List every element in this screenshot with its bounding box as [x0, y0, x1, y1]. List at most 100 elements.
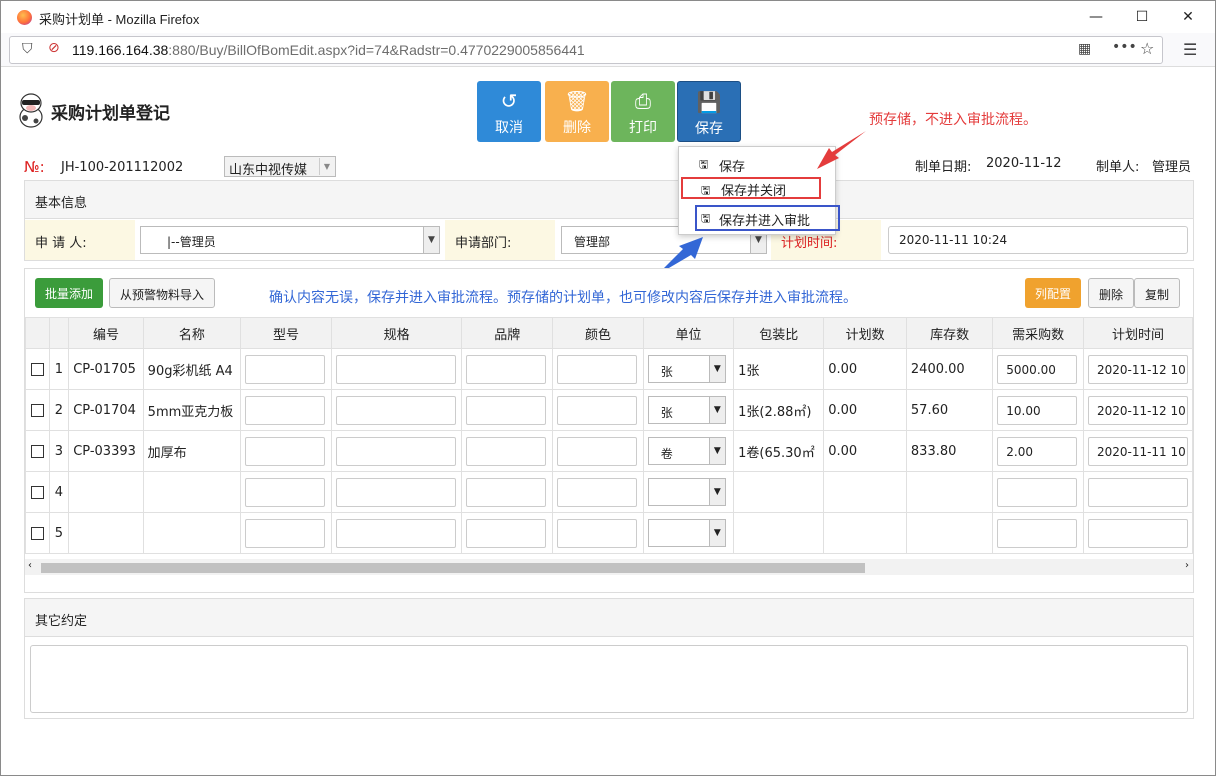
- floppy-disk-icon: 💾: [696, 90, 722, 114]
- row-spec-input[interactable]: [335, 436, 456, 466]
- scrollbar-thumb[interactable]: [41, 563, 865, 573]
- row-model-input[interactable]: [245, 395, 326, 425]
- menu-item-save-approve[interactable]: 🖫 保存并进入审批: [695, 205, 840, 231]
- row-time-input[interactable]: 2020-11-11 10: [1087, 436, 1188, 466]
- print-button[interactable]: ⎙ 打印: [611, 81, 675, 142]
- header-name[interactable]: 名称: [142, 317, 242, 349]
- header-spec[interactable]: 规格: [330, 317, 463, 349]
- header-plan-qty[interactable]: 计划数: [823, 317, 907, 349]
- cancel-button[interactable]: ↺ 取消: [477, 81, 541, 142]
- row-checkbox-cell[interactable]: [25, 389, 50, 431]
- import-warning-button[interactable]: 从预警物料导入: [109, 278, 216, 308]
- scroll-left-icon[interactable]: ‹: [28, 560, 32, 571]
- row-checkbox[interactable]: [30, 526, 44, 540]
- row-need-input[interactable]: [997, 518, 1078, 548]
- row-checkbox[interactable]: [30, 403, 44, 417]
- row-model-cell: [240, 512, 332, 554]
- header-color[interactable]: 颜色: [552, 317, 644, 349]
- row-spec-input[interactable]: [335, 518, 456, 548]
- row-checkbox-cell[interactable]: [25, 430, 50, 472]
- header-pack[interactable]: 包装比: [733, 317, 825, 349]
- row-unit-select[interactable]: ▼: [647, 519, 726, 547]
- chevron-down-icon: ▼: [708, 479, 725, 505]
- row-checkbox-cell[interactable]: [25, 471, 50, 513]
- close-icon[interactable]: ✕: [1165, 1, 1211, 33]
- menu-item-save-label: 保存: [719, 160, 746, 175]
- row-color-input[interactable]: [557, 354, 638, 384]
- header-model[interactable]: 型号: [240, 317, 332, 349]
- row-code: CP-03393: [68, 430, 144, 472]
- row-unit-select[interactable]: ▼: [647, 478, 726, 506]
- bookmark-star-icon[interactable]: ☆: [1140, 39, 1154, 58]
- row-time-input[interactable]: 2020-11-12 10: [1087, 395, 1188, 425]
- scroll-right-icon[interactable]: ›: [1185, 560, 1189, 571]
- row-model-cell: [240, 471, 332, 513]
- row-brand-input[interactable]: [466, 518, 547, 548]
- other-agreement-textarea[interactable]: [30, 645, 1188, 713]
- table-row: 2 CP-01704 5mm亚克力板张 ▼ 1张(2.88㎡) 0.00 57.60 10.0…: [25, 389, 1194, 431]
- row-checkbox[interactable]: [30, 362, 44, 376]
- menu-hamburger-icon[interactable]: ☰: [1183, 40, 1197, 59]
- plan-time-input[interactable]: 2020-11-11 10:24: [888, 226, 1188, 254]
- insecure-lock-icon[interactable]: ⊘: [48, 40, 60, 56]
- row-spec-input[interactable]: [335, 477, 456, 507]
- qr-code-icon[interactable]: ▦: [1078, 41, 1091, 57]
- row-unit-select[interactable]: 张 ▼: [647, 355, 726, 383]
- horizontal-scrollbar[interactable]: ‹ ›: [25, 559, 1193, 575]
- row-need-input[interactable]: [997, 477, 1078, 507]
- header-unit[interactable]: 单位: [642, 317, 735, 349]
- shield-icon[interactable]: ⛉: [22, 41, 33, 57]
- row-need-input[interactable]: 2.00: [997, 436, 1078, 466]
- row-color-input[interactable]: [557, 477, 638, 507]
- company-select[interactable]: 山东中视传媒 ▼: [224, 156, 336, 178]
- save-button[interactable]: 💾 保存: [677, 81, 741, 142]
- row-time-input[interactable]: [1087, 477, 1188, 507]
- delete-label: 删除: [563, 120, 591, 136]
- row-model-input[interactable]: [245, 436, 326, 466]
- applicant-select[interactable]: |--管理员 ▼: [140, 226, 440, 254]
- batch-add-button[interactable]: 批量添加: [35, 278, 104, 308]
- header-stock[interactable]: 库存数: [905, 317, 994, 349]
- minimize-icon[interactable]: —: [1073, 1, 1119, 33]
- delete-button[interactable]: 🗑 删除: [545, 81, 609, 142]
- row-model-input[interactable]: [245, 354, 326, 384]
- row-brand-input[interactable]: [466, 395, 547, 425]
- menu-item-save-close[interactable]: 🖫 保存并关闭: [681, 177, 821, 199]
- row-model-cell: [240, 430, 332, 472]
- row-time-input[interactable]: 2020-11-12 10: [1087, 354, 1188, 384]
- row-unit-select[interactable]: 卷 ▼: [647, 437, 726, 465]
- row-brand-input[interactable]: [466, 354, 547, 384]
- printer-icon: ⎙: [635, 89, 651, 113]
- row-color-input[interactable]: [557, 518, 638, 548]
- header-plan-time[interactable]: 计划时间: [1082, 317, 1194, 349]
- row-pack: 1卷(65.30㎡: [733, 430, 825, 472]
- row-color-input[interactable]: [557, 395, 638, 425]
- row-checkbox-cell[interactable]: [25, 348, 50, 390]
- row-checkbox[interactable]: [30, 485, 44, 499]
- row-model-input[interactable]: [245, 518, 326, 548]
- column-config-button[interactable]: 列配置: [1025, 278, 1082, 308]
- row-brand-input[interactable]: [466, 477, 547, 507]
- more-actions-icon[interactable]: •••: [1112, 39, 1137, 55]
- maximize-icon[interactable]: ☐: [1119, 1, 1165, 33]
- row-time-input[interactable]: [1087, 518, 1188, 548]
- header-need-qty[interactable]: 需采购数: [992, 317, 1084, 349]
- header-brand[interactable]: 品牌: [461, 317, 554, 349]
- row-checkbox[interactable]: [30, 444, 44, 458]
- row-spec-input[interactable]: [335, 395, 456, 425]
- row-brand-input[interactable]: [466, 436, 547, 466]
- row-name: 加厚布: [142, 430, 242, 472]
- row-model-input[interactable]: [245, 477, 326, 507]
- row-need-input[interactable]: 10.00: [997, 395, 1078, 425]
- grid-delete-button[interactable]: 删除: [1088, 278, 1135, 308]
- url-field[interactable]: ⛉ ⊘ 119.166.164.38:880/Buy/BillOfBomEdit…: [9, 36, 1163, 64]
- chevron-down-icon: ▼: [319, 158, 334, 175]
- row-checkbox-cell[interactable]: [25, 512, 50, 554]
- row-unit-select[interactable]: 张 ▼: [647, 396, 726, 424]
- row-need-input[interactable]: 5000.00: [997, 354, 1078, 384]
- header-code[interactable]: 编号: [68, 317, 144, 349]
- row-spec-input[interactable]: [335, 354, 456, 384]
- basic-info-heading: 基本信息: [25, 181, 1193, 219]
- copy-button[interactable]: 复制: [1134, 278, 1181, 308]
- row-color-input[interactable]: [557, 436, 638, 466]
